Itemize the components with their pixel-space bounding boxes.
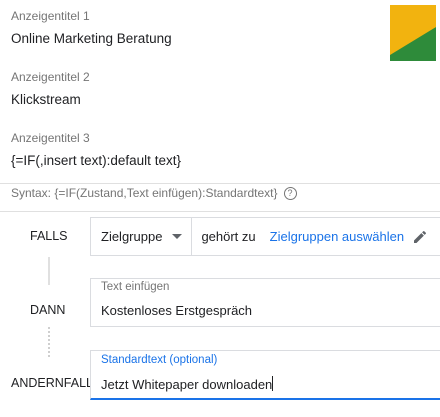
syntax-hint: Syntax: {=IF(Zustand,Text einfügen):Stan…: [11, 186, 297, 200]
headline-2-label: Anzeigentitel 2: [11, 70, 90, 84]
andernfalls-value-wrap[interactable]: Jetzt Whitepaper downloaden: [101, 376, 274, 392]
headline-1-value[interactable]: Online Marketing Beratung: [11, 31, 172, 46]
headline-field-3[interactable]: Anzeigentitel 3 {=IF(,insert text):defau…: [0, 122, 440, 184]
andernfalls-placeholder: Standardtext (optional): [101, 354, 218, 366]
dann-placeholder: Text einfügen: [101, 281, 170, 293]
select-audiences-link[interactable]: Zielgruppen auswählen: [270, 229, 404, 244]
audience-dropdown[interactable]: Zielgruppe: [101, 218, 193, 255]
dann-value[interactable]: Kostenloses Erstgespräch: [101, 303, 252, 318]
help-circle-icon[interactable]: ?: [283, 186, 297, 200]
connector-line: [48, 257, 50, 285]
pencil-icon[interactable]: [412, 229, 428, 245]
andernfalls-label: ANDERNFALLS: [11, 376, 102, 390]
condition-row: Zielgruppe gehört zu Zielgruppen auswähl…: [90, 217, 440, 256]
headline-field-1[interactable]: Anzeigentitel 1 Online Marketing Beratun…: [0, 0, 440, 62]
andernfalls-text-field[interactable]: Standardtext (optional) Jetzt Whitepaper…: [90, 350, 440, 400]
divider: [0, 211, 440, 212]
headline-1-label: Anzeigentitel 1: [11, 9, 90, 23]
headline-2-value[interactable]: Klickstream: [11, 92, 81, 107]
logo-icon: [390, 5, 436, 61]
chevron-down-icon: [172, 234, 183, 239]
andernfalls-value: Jetzt Whitepaper downloaden: [101, 377, 273, 392]
falls-label: FALLS: [30, 229, 68, 243]
connector-dots: [48, 327, 50, 357]
dann-text-field[interactable]: Text einfügen Kostenloses Erstgespräch: [90, 278, 440, 327]
headline-field-2[interactable]: Anzeigentitel 2 Klickstream: [0, 61, 440, 123]
headline-3-value[interactable]: {=IF(,insert text):default text}: [11, 153, 181, 168]
text-cursor: [272, 376, 274, 391]
dann-label: DANN: [30, 303, 66, 317]
headline-3-label: Anzeigentitel 3: [11, 131, 90, 145]
connector-text: gehört zu: [201, 229, 256, 244]
syntax-text: Syntax: {=IF(Zustand,Text einfügen):Stan…: [11, 186, 278, 200]
audience-dropdown-value: Zielgruppe: [101, 229, 163, 244]
